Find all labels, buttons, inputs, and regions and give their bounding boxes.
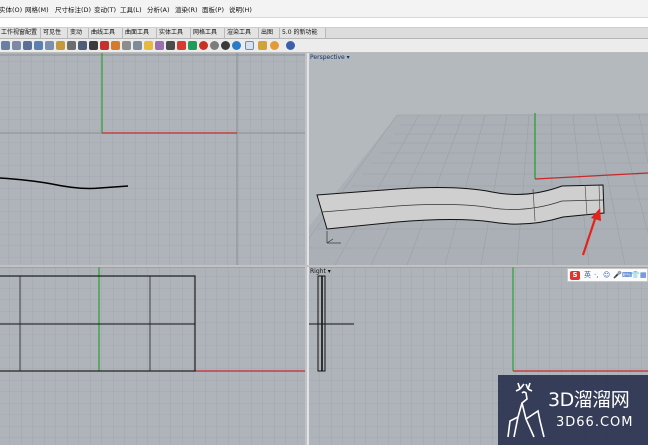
set-view-icon[interactable]	[144, 41, 153, 50]
top-viewport[interactable]	[0, 53, 305, 265]
right-viewport-menu-icon[interactable]: ▾	[328, 268, 331, 275]
show-icon[interactable]	[111, 41, 120, 50]
grid-icon[interactable]	[89, 41, 98, 50]
menu-help[interactable]: 说明(H)	[229, 4, 252, 14]
zoom-icon[interactable]	[23, 41, 32, 50]
menu-analyze[interactable]: 分析(A)	[147, 4, 170, 14]
ime-voice-icon[interactable]: 🎤	[613, 271, 622, 280]
sogou-logo-icon[interactable]: S	[570, 271, 580, 280]
tab-solid-tools[interactable]: 实体工具	[157, 28, 191, 38]
named-view-icon[interactable]	[155, 41, 164, 50]
menu-bar: 实体(O) 网格(M) 尺寸标注(D) 变动(T) 工具(L) 分析(A) 渲染…	[0, 0, 648, 18]
menu-panels[interactable]: 面板(P)	[202, 4, 224, 14]
pan-icon[interactable]	[1, 41, 10, 50]
plugin-icon[interactable]	[258, 41, 267, 50]
tab-visibility[interactable]: 可见性	[41, 28, 68, 38]
zoom-window-icon[interactable]	[34, 41, 43, 50]
hide-icon[interactable]	[100, 41, 109, 50]
ime-skin-icon[interactable]: 👕	[631, 271, 640, 280]
ime-emoji-icon[interactable]: ☺	[603, 271, 610, 280]
deer-logo-icon	[507, 382, 545, 438]
rotate-view-icon[interactable]	[12, 41, 21, 50]
tab-curve-tools[interactable]: 曲线工具	[89, 28, 123, 38]
help-icon[interactable]	[286, 41, 295, 50]
material-icon[interactable]	[177, 41, 186, 50]
options-icon[interactable]	[245, 41, 254, 50]
ime-punct-icon[interactable]: ·,	[594, 271, 598, 280]
front-viewport-canvas[interactable]	[0, 267, 305, 445]
lock-icon[interactable]	[122, 41, 131, 50]
menu-dimension[interactable]: 尺寸标注(D)	[55, 4, 91, 14]
menu-render[interactable]: 渲染(R)	[175, 4, 198, 14]
color-icon[interactable]	[188, 41, 197, 50]
top-viewport-canvas[interactable]	[0, 53, 305, 265]
shaded-sphere-icon[interactable]	[210, 41, 219, 50]
tab-surface-tools[interactable]: 曲面工具	[123, 28, 157, 38]
tab-mesh-tools[interactable]: 网格工具	[191, 28, 225, 38]
tab-transform[interactable]: 变动	[68, 28, 89, 38]
perspective-viewport[interactable]: Perspective ▾	[307, 53, 648, 265]
four-viewports-icon[interactable]	[78, 41, 87, 50]
light-icon[interactable]	[166, 41, 175, 50]
menu-tools[interactable]: 工具(L)	[120, 4, 142, 14]
watermark: 3D溜溜网 3D66.COM	[498, 375, 648, 445]
toolbar-tabs: 工作视窗配置 可见性 变动 曲线工具 曲面工具 实体工具 网格工具 渲染工具 出…	[0, 28, 648, 39]
ime-menu-icon[interactable]: ▦	[640, 271, 647, 280]
right-label[interactable]: Right ▾	[310, 268, 331, 275]
menu-solid[interactable]: 实体(O)	[0, 4, 22, 14]
undo-view-icon[interactable]	[67, 41, 76, 50]
perspective-canvas[interactable]	[307, 53, 648, 265]
toolbar-gap	[0, 18, 648, 28]
watermark-title: 3D溜溜网	[548, 389, 630, 411]
zoom-selected-icon[interactable]	[56, 41, 65, 50]
tab-viewport-layout[interactable]: 工作视窗配置	[0, 28, 41, 38]
perspective-label[interactable]: Perspective ▾	[310, 54, 350, 61]
front-viewport[interactable]	[0, 267, 305, 445]
ime-toolbar[interactable]: S 英 ·, ☺ 🎤 ⌨ 👕 ▦	[567, 268, 648, 282]
cplane-icon[interactable]	[133, 41, 142, 50]
wireframe-sphere-icon[interactable]	[221, 41, 230, 50]
tab-layout[interactable]: 出图	[259, 28, 280, 38]
menu-mesh[interactable]: 网格(M)	[25, 4, 49, 14]
ime-lang-icon[interactable]: 英	[584, 271, 591, 280]
ghosted-sphere-icon[interactable]	[232, 41, 241, 50]
render-sphere-icon[interactable]	[199, 41, 208, 50]
zoom-extents-icon[interactable]	[45, 41, 54, 50]
main-toolbar	[0, 39, 648, 53]
tab-whats-new[interactable]: 5.0 的新功能	[280, 28, 326, 38]
menu-transform[interactable]: 变动(T)	[94, 4, 116, 14]
viewport-menu-icon[interactable]: ▾	[347, 54, 350, 61]
watermark-url: 3D66.COM	[556, 415, 634, 430]
render-icon[interactable]	[270, 41, 279, 50]
tab-render-tools[interactable]: 渲染工具	[225, 28, 259, 38]
